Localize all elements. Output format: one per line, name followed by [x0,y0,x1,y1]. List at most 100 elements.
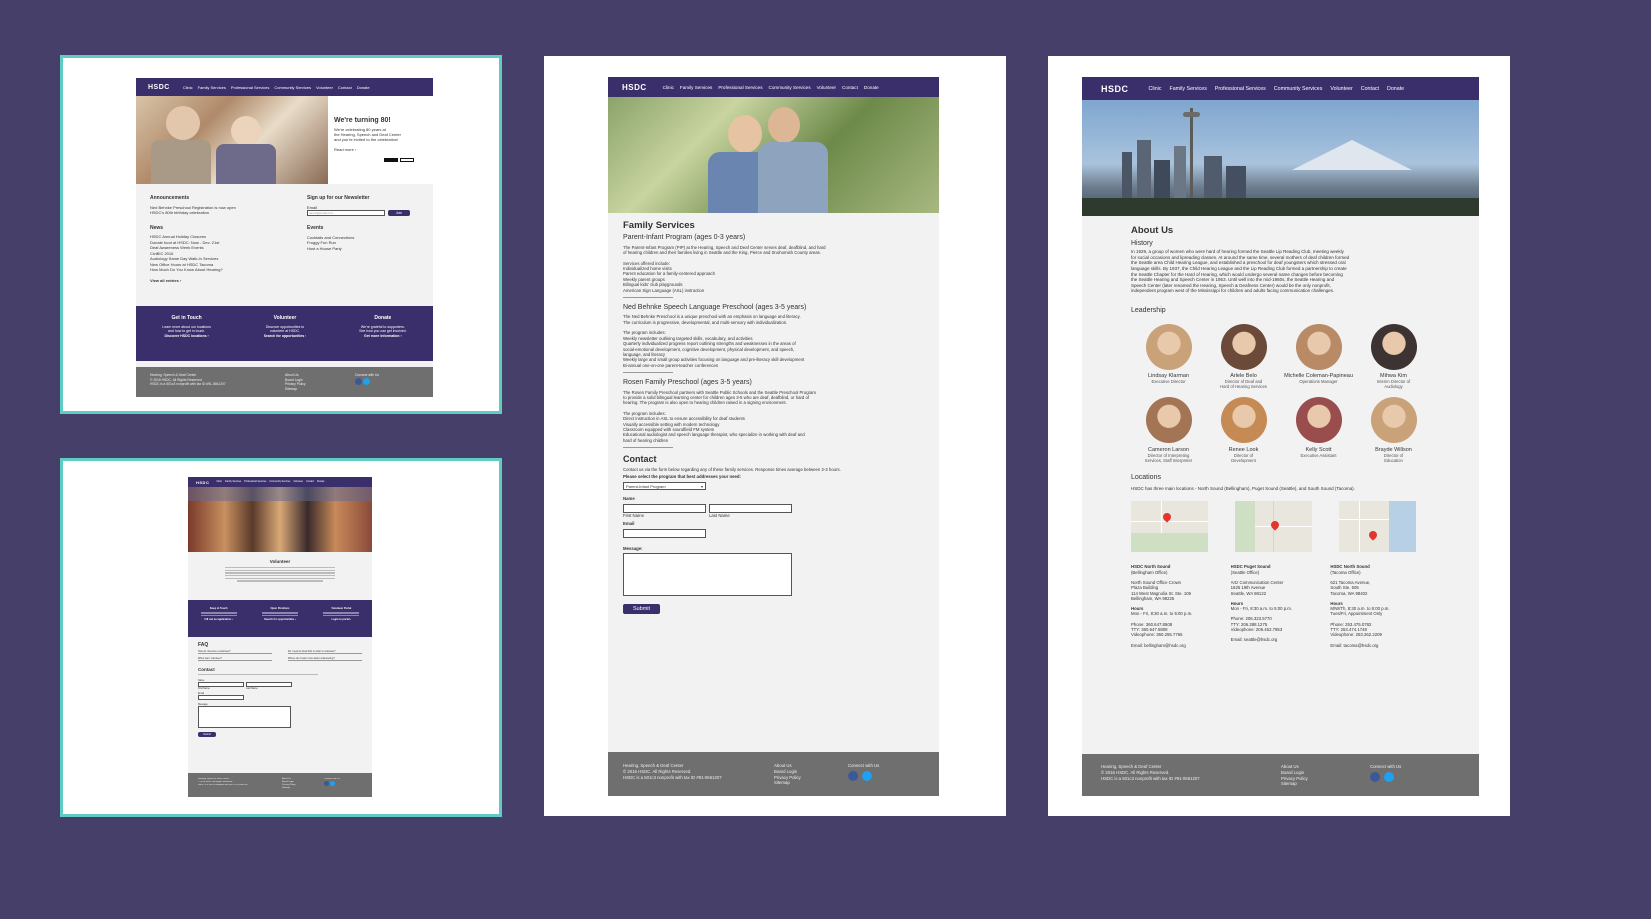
cta-volunteer[interactable]: Volunteer Discover opportunities to volu… [264,316,307,361]
email-input[interactable] [623,528,706,538]
cta-open-positions[interactable]: Open Positions Search for opportunities … [260,607,300,637]
nav-item-clinic[interactable]: Clinic [216,481,222,483]
nav-item-contact[interactable]: Contact [338,85,352,90]
footer-link-sitemap[interactable]: Sitemap [282,787,324,790]
artboard-family-services[interactable]: HSDC Clinic Family Services Professional… [544,56,1006,816]
footer-link-sitemap[interactable]: Sitemap [774,780,848,786]
cta-link[interactable]: Discover HSDC locations › [162,334,210,339]
leader-card[interactable]: Mihwa Kim Interim Director of Audiology [1356,323,1431,390]
carousel-dot-active[interactable] [384,158,398,162]
first-name-input[interactable] [623,503,706,513]
submit-button[interactable]: Submit [623,603,660,614]
faq-item[interactable]: How do I become a volunteer? [198,650,272,654]
nav-item-family[interactable]: Family Services [680,85,712,90]
leader-card[interactable]: Kelly Scott Executive Assistant [1281,397,1356,463]
view-all-link[interactable]: View all entries › [150,278,307,284]
artboard-about-us[interactable]: HSDC Clinic Family Services Professional… [1048,56,1510,816]
nav-item-community[interactable]: Community Services [769,85,811,90]
cta-title: Get in Touch [171,315,202,321]
artboard-volunteer[interactable]: HSDC Clinic Family Services Professional… [60,458,502,817]
nav-item-family[interactable]: Family Services [1169,86,1206,92]
nav-item-professional[interactable]: Professional Services [244,481,266,483]
nav-item-professional[interactable]: Professional Services [231,85,269,90]
nav-item-community[interactable]: Community Services [274,85,311,90]
artboard-home[interactable]: HSDC Clinic Family Services Professional… [60,55,502,414]
cta-link[interactable]: Get more information › [359,334,406,339]
nav-item-volunteer[interactable]: Volunteer [1330,86,1352,92]
message-label: Message: [623,546,643,552]
join-button[interactable]: Join [388,210,410,216]
footer-link-sitemap[interactable]: Sitemap [285,387,355,392]
leader-card[interactable]: Michelle Coleman-Papineau Operations Mana… [1281,323,1356,390]
cta-link[interactable]: Login to portal › [321,618,361,621]
twitter-icon[interactable] [1384,771,1395,782]
nav-item-family[interactable]: Family Services [225,481,241,483]
cta-link[interactable]: Search for opportunities › [260,618,300,621]
carousel-controls[interactable] [384,158,414,162]
nav-item-contact[interactable]: Contact [1361,86,1379,92]
nav-item-clinic[interactable]: Clinic [183,85,193,90]
nav-item-donate[interactable]: Donate [317,481,324,483]
leader-card[interactable]: Arlele Belo Director of Deaf and Hard of H… [1206,323,1281,390]
twitter-icon[interactable] [362,377,370,385]
message-textarea[interactable] [623,553,792,597]
nav-item-professional[interactable]: Professional Services [718,85,762,90]
nav-item-community[interactable]: Community Services [269,481,290,483]
location-email[interactable]: Email: bellingham@hsdc.org [1131,643,1231,648]
nav-item-family[interactable]: Family Services [198,85,226,90]
cta-volunteer-portal[interactable]: Volunteer Portal Login to portal › [321,607,361,637]
nav-item-donate[interactable]: Donate [357,85,370,90]
faq-item[interactable]: Do I need to know ASL in order to volunt… [288,650,362,654]
event-item[interactable]: Host a House Party [307,246,417,252]
last-name-input[interactable] [709,503,792,513]
leader-card[interactable]: Cameron Larson Director of Interpreting Se… [1131,397,1206,463]
nav-item-clinic[interactable]: Clinic [1149,86,1162,92]
submit-button[interactable]: Submit [198,732,216,738]
leader-card[interactable]: Renee Look Director of Development [1206,397,1281,463]
leader-card[interactable]: Lindsay Klarman Executive Director [1131,323,1206,390]
map-seattle[interactable] [1235,501,1312,553]
nav-item-contact[interactable]: Contact [842,85,858,90]
cta-get-in-touch[interactable]: Get in Touch Learn more about our locati… [162,316,210,361]
twitter-icon[interactable] [329,781,335,786]
nav-item-community[interactable]: Community Services [1274,86,1323,92]
news-item[interactable]: How Much Do You Know About Hearing? [150,267,307,273]
nav-item-donate[interactable]: Donate [1387,86,1404,92]
cta-donate[interactable]: Donate We're grateful to supporters. See… [359,316,406,361]
footer-link-sitemap[interactable]: Sitemap [1281,781,1370,787]
map-bellingham[interactable] [1131,501,1208,553]
cta-link[interactable]: Search for opportunities › [264,334,307,339]
leader-card[interactable]: Brayde Willson Director of Education [1356,397,1431,463]
hero-read-more-link[interactable]: Read more › [334,147,414,152]
message-textarea[interactable] [198,706,291,729]
program-select[interactable]: Parent-Infant Program ▾ [623,482,706,491]
logo[interactable]: HSDC [148,84,170,91]
nav-item-clinic[interactable]: Clinic [663,85,674,90]
faq-item[interactable]: Where can I learn more about volunteerin… [288,657,362,661]
facebook-icon[interactable] [848,770,858,781]
nav-item-donate[interactable]: Donate [864,85,879,90]
nav-item-volunteer[interactable]: Volunteer [817,85,836,90]
facebook-icon[interactable] [324,781,329,786]
location-address: Tacoma, WA 98402 [1330,590,1368,596]
location-email[interactable]: Email: seattle@hsdc.org [1231,637,1331,642]
cta-keep-in-touch[interactable]: Keep in Touch Fill out an application › [199,607,239,637]
location-email[interactable]: Email: tacoma@hsdc.org [1330,643,1430,648]
twitter-icon[interactable] [862,770,873,781]
announcement-item[interactable]: HSDC's 80th birthday celebration [150,210,307,216]
logo[interactable]: HSDC [1101,84,1129,94]
cta-link[interactable]: Fill out an application › [199,618,239,621]
nav-item-volunteer[interactable]: Volunteer [316,85,333,90]
logo[interactable]: HSDC [622,83,647,92]
map-tacoma[interactable] [1339,501,1416,553]
nav-item-contact[interactable]: Contact [306,481,314,483]
email-input[interactable] [198,695,244,701]
nav-item-volunteer[interactable]: Volunteer [293,481,303,483]
nav-item-professional[interactable]: Professional Services [1215,86,1266,92]
facebook-icon[interactable] [355,377,362,385]
newsletter-email-input[interactable]: name@email.com [307,210,385,216]
faq-item[interactable]: When can I volunteer? [198,657,272,661]
logo[interactable]: HSDC [196,480,209,485]
carousel-dot[interactable] [400,158,414,162]
facebook-icon[interactable] [1370,771,1380,782]
